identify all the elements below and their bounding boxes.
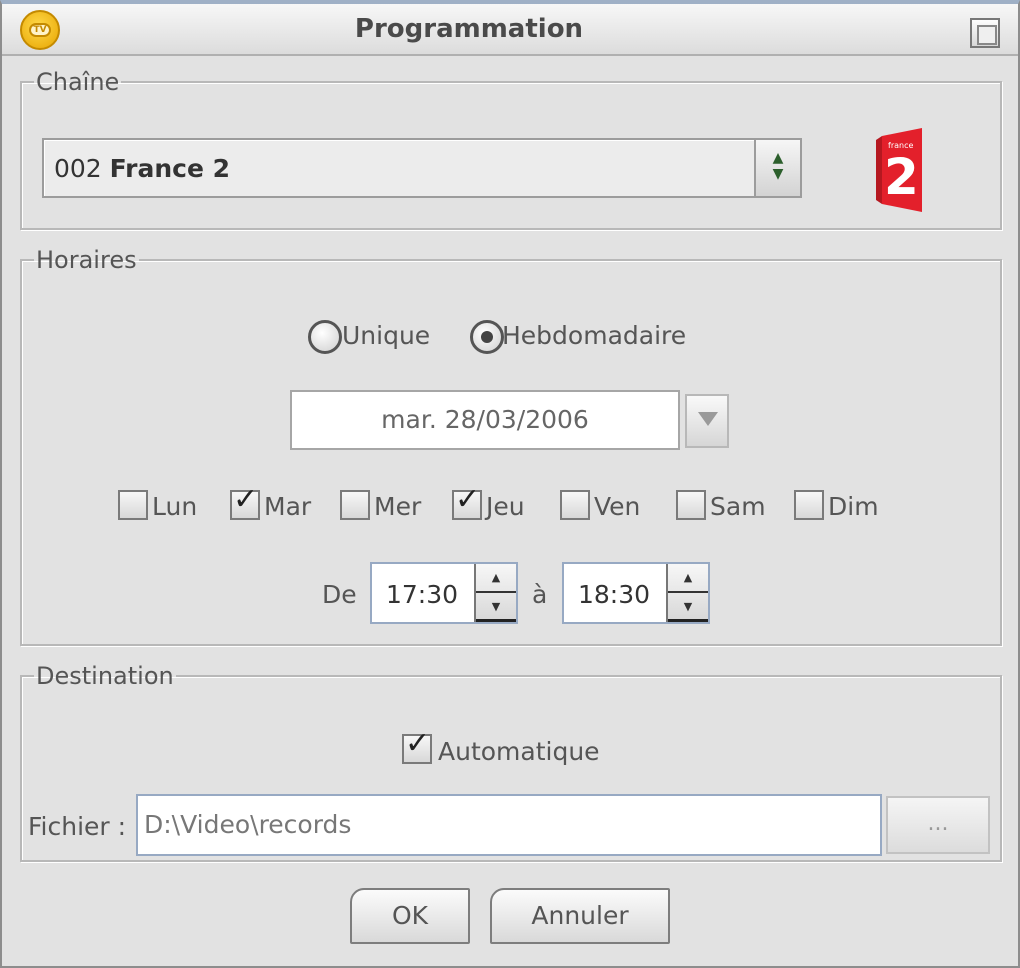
horaires-legend: Horaires <box>36 246 137 274</box>
checkbox-ven-label[interactable]: Ven <box>594 492 640 521</box>
channel-name: France 2 <box>109 154 231 183</box>
to-time-spinner[interactable]: ▲ ▼ <box>666 564 708 622</box>
maximize-button[interactable] <box>970 18 1000 48</box>
browse-button[interactable]: ... <box>886 796 990 854</box>
checkbox-ven[interactable] <box>560 490 590 520</box>
to-time-input[interactable]: 18:30 ▲ ▼ <box>562 562 710 624</box>
from-time-value: 17:30 <box>386 580 459 609</box>
checkbox-sam-label[interactable]: Sam <box>710 492 766 521</box>
title-bar[interactable]: TV Programmation <box>2 4 1018 56</box>
channel-number: 002 <box>54 154 102 183</box>
ok-button[interactable]: OK <box>350 888 470 944</box>
checkbox-mar[interactable]: ✓ <box>230 485 260 520</box>
to-time-value: 18:30 <box>578 580 651 609</box>
channel-spinner-arrows-icon[interactable]: ▲ ▼ <box>754 140 800 196</box>
from-time-input[interactable]: 17:30 ▲ ▼ <box>370 562 518 624</box>
check-mark-icon: ✓ <box>455 482 481 517</box>
file-path-input[interactable]: D:\Video\records <box>136 794 882 856</box>
checkbox-automatique-label[interactable]: Automatique <box>438 737 600 766</box>
date-dropdown-arrow-icon[interactable] <box>685 394 729 448</box>
checkbox-jeu-label[interactable]: Jeu <box>486 492 525 521</box>
radio-hebdomadaire[interactable] <box>470 320 504 354</box>
check-mark-icon: ✓ <box>405 726 431 761</box>
check-mark-icon: ✓ <box>233 482 259 517</box>
chaine-legend: Chaîne <box>36 68 120 96</box>
checkbox-dim-label[interactable]: Dim <box>828 492 879 521</box>
checkbox-lun-label[interactable]: Lun <box>152 492 197 521</box>
checkbox-mer[interactable] <box>340 490 370 520</box>
channel-select[interactable]: 002 France 2 ▲ ▼ <box>42 138 802 198</box>
channel-select-value: 002 France 2 <box>54 154 230 183</box>
checkbox-dim[interactable] <box>794 490 824 520</box>
from-label: De <box>322 580 357 609</box>
date-field[interactable]: mar. 28/03/2006 <box>290 390 680 450</box>
checkbox-jeu[interactable]: ✓ <box>452 485 482 520</box>
france2-logo: france 2 <box>876 128 922 212</box>
checkbox-lun[interactable] <box>118 490 148 520</box>
spin-up-icon[interactable]: ▲ <box>668 564 708 593</box>
destination-legend: Destination <box>36 662 174 690</box>
cancel-button[interactable]: Annuler <box>490 888 670 944</box>
spin-down-icon[interactable]: ▼ <box>668 593 708 622</box>
logo-number: 2 <box>884 148 919 206</box>
programmation-dialog: TV Programmation Chaîne 002 France 2 ▲ ▼ … <box>0 0 1020 968</box>
file-label: Fichier : <box>28 812 127 841</box>
radio-hebdomadaire-label[interactable]: Hebdomadaire <box>502 321 686 350</box>
checkbox-sam[interactable] <box>676 490 706 520</box>
radio-unique-label[interactable]: Unique <box>342 321 430 350</box>
spin-down-icon[interactable]: ▼ <box>476 593 516 622</box>
checkbox-mer-label[interactable]: Mer <box>374 492 421 521</box>
checkbox-mar-label[interactable]: Mar <box>264 492 311 521</box>
window-title: Programmation <box>354 14 584 44</box>
checkbox-automatique[interactable]: ✓ <box>402 729 432 764</box>
to-label: à <box>532 580 548 609</box>
spin-up-icon[interactable]: ▲ <box>476 564 516 593</box>
radio-unique[interactable] <box>308 320 342 354</box>
from-time-spinner[interactable]: ▲ ▼ <box>474 564 516 622</box>
france2-logo-graphic: france 2 <box>876 128 922 212</box>
